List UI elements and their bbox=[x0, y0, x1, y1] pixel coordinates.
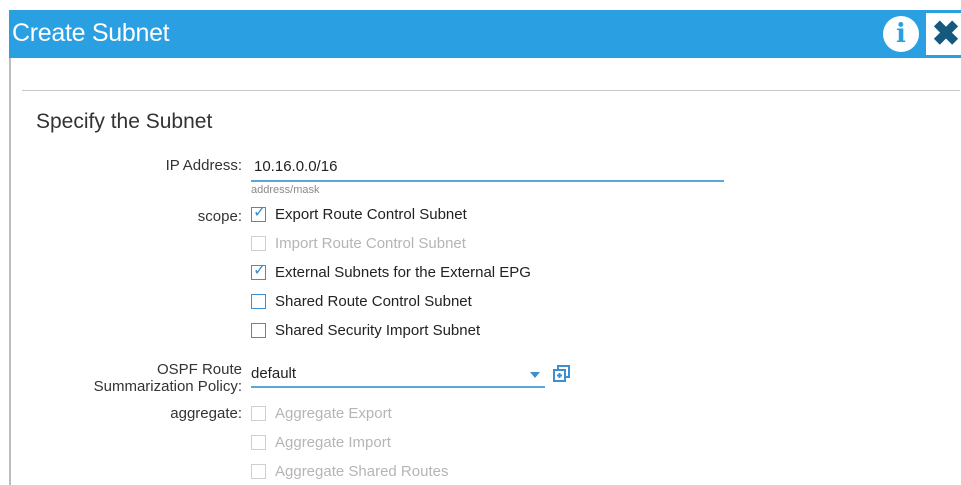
checkmark-icon: ✓ bbox=[253, 259, 267, 279]
checkbox-label: Aggregate Shared Routes bbox=[275, 462, 449, 480]
checkbox-box bbox=[251, 235, 266, 251]
section-title: Specify the Subnet bbox=[36, 110, 213, 133]
checkbox-box[interactable] bbox=[251, 322, 266, 338]
info-icon[interactable]: i bbox=[883, 16, 919, 52]
new-window-icon[interactable] bbox=[552, 364, 572, 384]
checkbox-import-route-control: Import Route Control Subnet bbox=[251, 233, 466, 253]
ospf-policy-select[interactable]: default bbox=[251, 362, 545, 388]
checkbox-aggregate-shared-routes: Aggregate Shared Routes bbox=[251, 461, 448, 481]
dialog-header: Create Subnet i ✖ bbox=[9, 10, 961, 58]
checkbox-shared-security-import[interactable]: Shared Security Import Subnet bbox=[251, 320, 480, 340]
caret-down-icon[interactable] bbox=[530, 372, 540, 378]
section-divider bbox=[22, 90, 960, 91]
dialog-left-border bbox=[9, 58, 11, 485]
checkbox-external-subnets[interactable]: ✓ External Subnets for the External EPG bbox=[251, 259, 531, 282]
checkbox-box[interactable]: ✓ bbox=[251, 201, 267, 222]
checkbox-aggregate-export: Aggregate Export bbox=[251, 403, 392, 423]
ip-address-hint: address/mask bbox=[251, 184, 320, 196]
checkbox-label: Import Route Control Subnet bbox=[275, 234, 466, 252]
checkbox-shared-route-control[interactable]: Shared Route Control Subnet bbox=[251, 291, 472, 311]
checkbox-label: Shared Security Import Subnet bbox=[275, 321, 481, 339]
checkbox-box bbox=[251, 463, 266, 479]
ospf-policy-label: OSPF Route Summarization Policy: bbox=[40, 361, 242, 395]
checkbox-aggregate-import: Aggregate Import bbox=[251, 432, 391, 452]
checkbox-export-route-control[interactable]: ✓ Export Route Control Subnet bbox=[251, 201, 467, 224]
scope-label: scope: bbox=[197, 208, 242, 225]
checkbox-box[interactable]: ✓ bbox=[251, 259, 267, 280]
checkbox-box[interactable] bbox=[251, 293, 266, 309]
close-icon[interactable]: ✖ bbox=[926, 13, 961, 55]
ip-address-input[interactable] bbox=[251, 152, 724, 182]
checkbox-label: Aggregate Export bbox=[275, 404, 392, 422]
checkbox-label: Shared Route Control Subnet bbox=[275, 292, 472, 310]
checkbox-box bbox=[251, 434, 266, 450]
checkmark-icon: ✓ bbox=[253, 201, 267, 221]
ospf-label-line1: OSPF Route bbox=[156, 361, 242, 378]
ospf-policy-value: default bbox=[251, 365, 297, 382]
checkbox-label: Aggregate Import bbox=[275, 433, 391, 451]
checkbox-label: Export Route Control Subnet bbox=[275, 205, 467, 223]
create-subnet-dialog: Create Subnet i ✖ Specify the Subnet IP … bbox=[0, 0, 961, 485]
aggregate-label: aggregate: bbox=[170, 405, 242, 422]
dialog-title: Create Subnet bbox=[12, 19, 170, 47]
checkbox-label: External Subnets for the External EPG bbox=[275, 263, 531, 281]
ospf-label-line2: Summarization Policy: bbox=[93, 378, 242, 395]
checkbox-box bbox=[251, 405, 266, 421]
ip-address-label: IP Address: bbox=[165, 157, 242, 174]
